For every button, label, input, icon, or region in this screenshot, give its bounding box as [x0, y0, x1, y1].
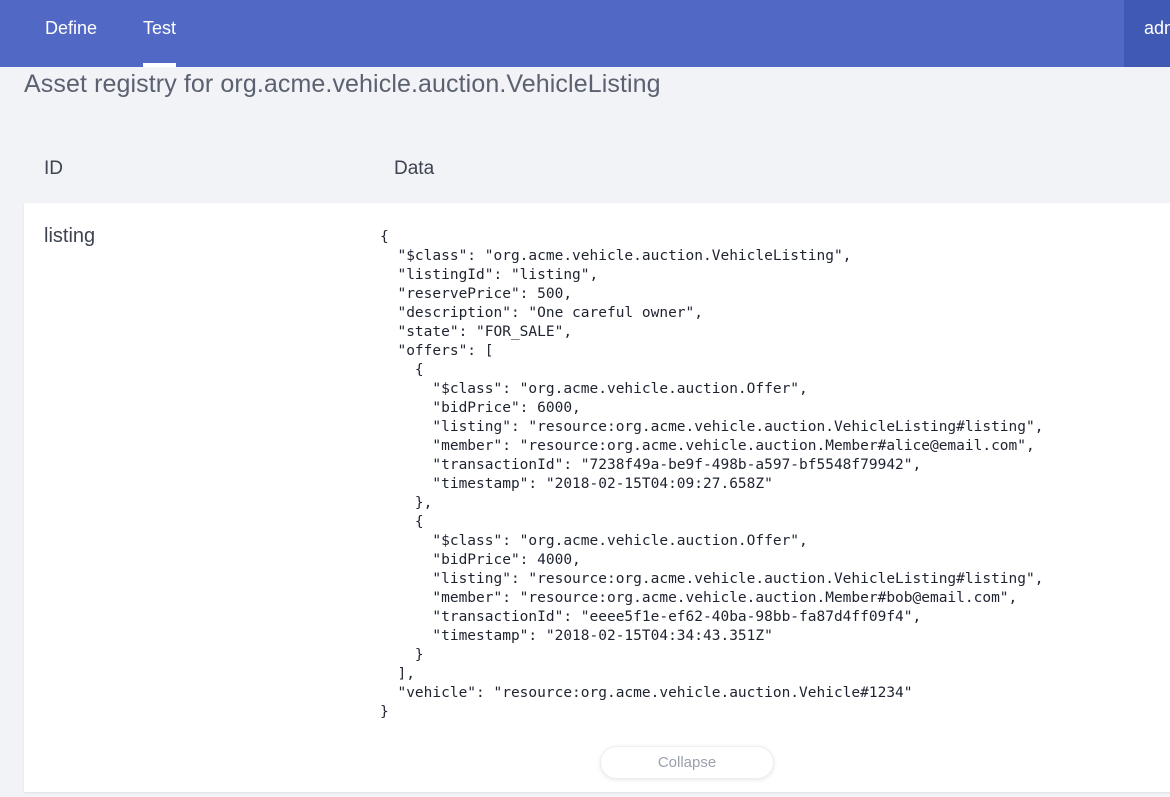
- column-header-data: Data: [394, 158, 435, 179]
- column-header-id: ID: [44, 158, 63, 179]
- collapse-button[interactable]: Collapse: [600, 746, 774, 779]
- active-tab-indicator: [143, 63, 177, 67]
- tab-test[interactable]: Test: [143, 0, 177, 67]
- tab-define-label: Define: [45, 18, 98, 38]
- user-menu-label: admin: [1144, 18, 1170, 38]
- tab-define[interactable]: Define: [45, 0, 97, 67]
- top-navigation-bar: Define Test admin: [0, 0, 1170, 67]
- table-row: listing { "$class": "org.acme.vehicle.au…: [24, 203, 1170, 792]
- row-id-value: listing: [44, 225, 96, 247]
- row-json-data: { "$class": "org.acme.vehicle.auction.Ve…: [380, 229, 1044, 720]
- page-title: Asset registry for org.acme.vehicle.auct…: [24, 70, 661, 98]
- tab-test-label: Test: [143, 18, 177, 38]
- user-menu[interactable]: admin: [1124, 0, 1170, 67]
